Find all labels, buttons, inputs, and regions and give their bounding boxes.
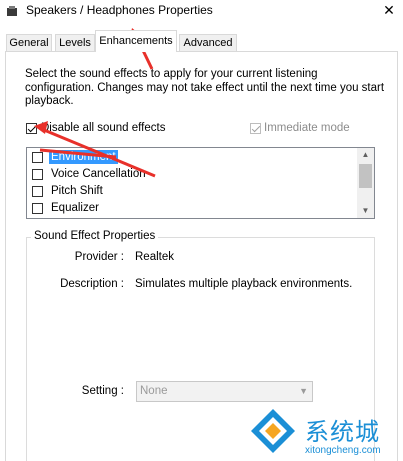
tab-advanced[interactable]: Advanced <box>179 34 237 51</box>
disable-all-checkbox[interactable] <box>26 123 37 134</box>
setting-value: None <box>140 385 168 397</box>
close-icon: ✕ <box>383 2 395 18</box>
equalizer-checkbox[interactable] <box>32 203 43 214</box>
title-bar: Speakers / Headphones Properties ✕ <box>0 0 403 24</box>
list-scrollbar[interactable]: ▲ ▼ <box>357 148 374 218</box>
window-title: Speakers / Headphones Properties <box>26 3 213 17</box>
environment-checkbox[interactable] <box>32 152 43 163</box>
group-title: Sound Effect Properties <box>31 230 159 242</box>
list-item-voice-cancellation[interactable]: Voice Cancellation <box>27 166 357 183</box>
disable-all-label[interactable]: Disable all sound effects <box>41 122 165 134</box>
voice-cancellation-checkbox[interactable] <box>32 169 43 180</box>
provider-value: Realtek <box>135 251 174 263</box>
setting-label: Setting : <box>81 385 124 397</box>
immediate-mode-label: Immediate mode <box>264 122 350 134</box>
immediate-mode-checkbox <box>250 123 261 134</box>
scroll-up-icon[interactable]: ▲ <box>357 148 374 162</box>
chevron-down-icon: ▼ <box>299 386 308 396</box>
scroll-down-icon[interactable]: ▼ <box>357 204 374 218</box>
setting-select: None ▼ <box>136 381 313 402</box>
tab-general[interactable]: General <box>6 34 52 51</box>
tab-levels[interactable]: Levels <box>55 34 95 51</box>
tab-bar: General Levels Enhancements Advanced <box>0 30 403 52</box>
list-item-label: Voice Cancellation <box>51 168 146 180</box>
list-item-label: Equalizer <box>51 202 99 214</box>
tab-enhancements[interactable]: Enhancements <box>95 30 177 52</box>
enhancements-description: Select the sound effects to apply for yo… <box>25 68 385 107</box>
effects-list[interactable]: Environment Voice Cancellation Pitch Shi… <box>26 147 375 219</box>
description-value: Simulates multiple playback environments… <box>135 278 353 290</box>
speaker-icon <box>7 6 17 16</box>
list-item-pitch-shift[interactable]: Pitch Shift <box>27 183 357 200</box>
list-item-environment[interactable]: Environment <box>27 149 357 166</box>
close-button[interactable]: ✕ <box>375 0 403 20</box>
watermark-text: 系统城 <box>305 418 380 446</box>
list-item-equalizer[interactable]: Equalizer <box>27 200 357 217</box>
watermark-url: xitongcheng.com <box>305 445 381 456</box>
description-label: Description : <box>60 278 124 290</box>
list-item-label: Environment <box>49 150 118 164</box>
pitch-shift-checkbox[interactable] <box>32 186 43 197</box>
provider-label: Provider : <box>74 251 124 263</box>
list-item-label: Pitch Shift <box>51 185 103 197</box>
scroll-thumb[interactable] <box>359 164 372 188</box>
